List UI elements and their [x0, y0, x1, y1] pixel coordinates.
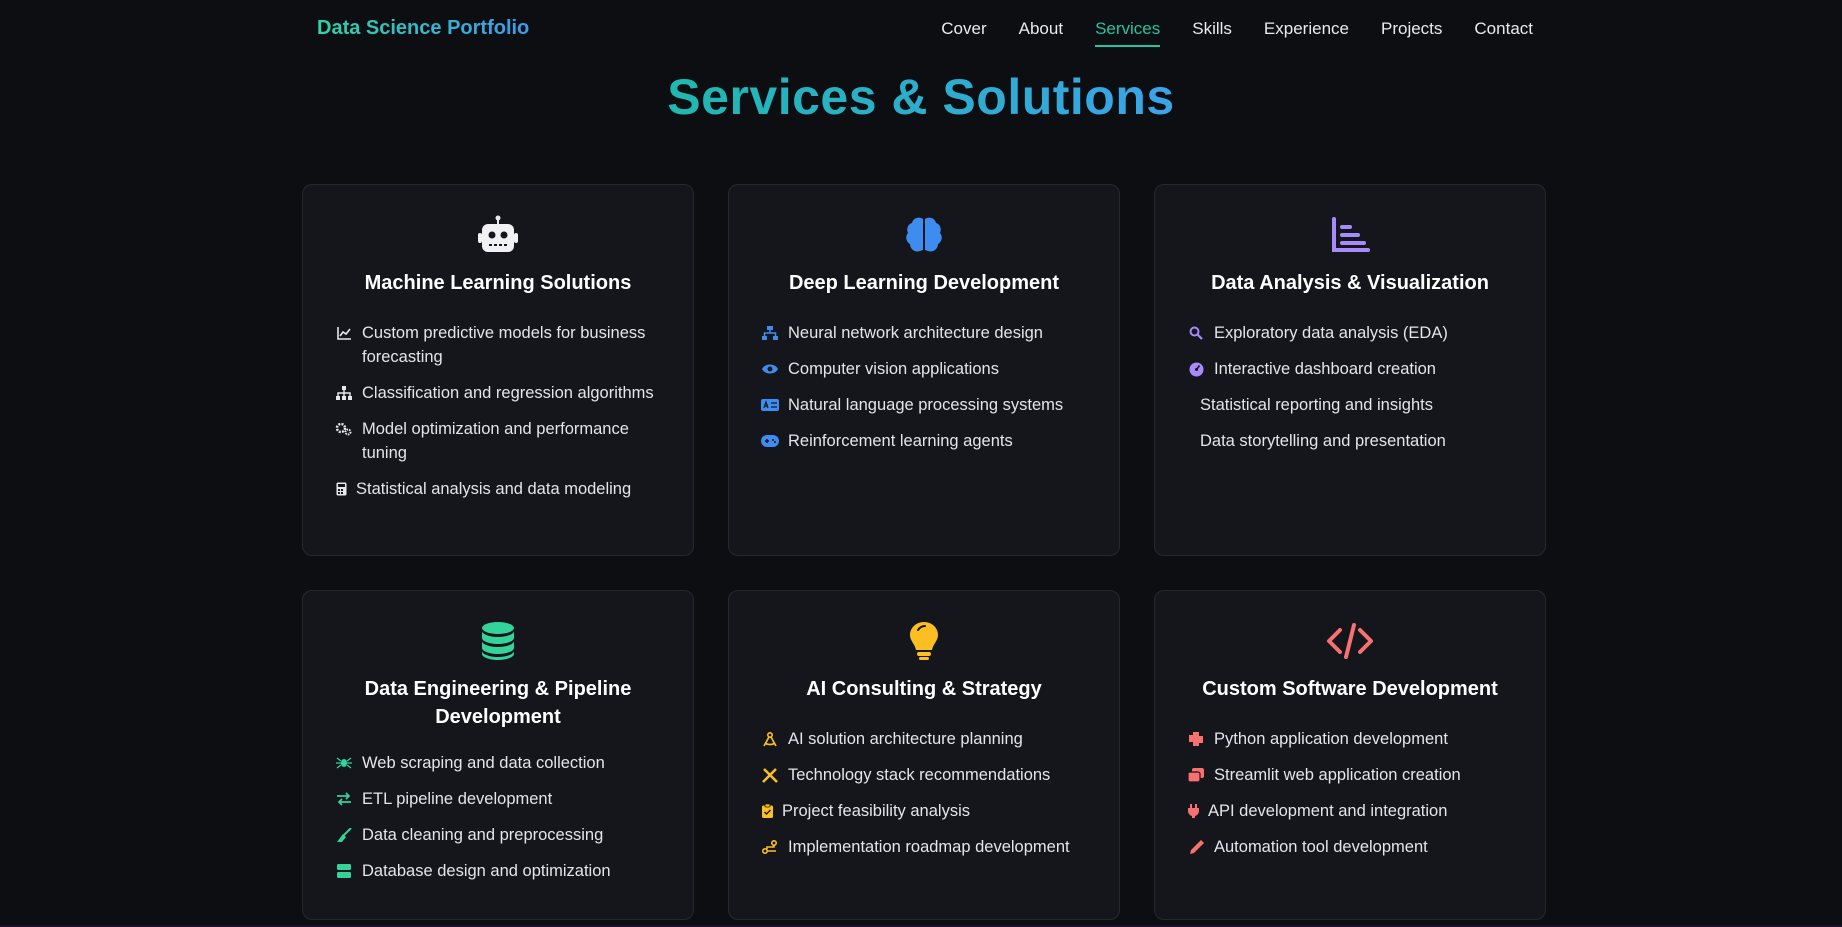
list-item: AI solution architecture planning [761, 727, 1093, 751]
list-item: Streamlit web application creation [1187, 763, 1519, 787]
nav-link-experience[interactable]: Experience [1264, 19, 1349, 47]
page-title: Services & Solutions [667, 69, 1175, 125]
service-card-data-engineering: Data Engineering & Pipeline Development … [302, 590, 694, 920]
exchange-icon [335, 790, 353, 808]
nav-link-skills[interactable]: Skills [1192, 19, 1232, 47]
sitemap-icon [335, 384, 353, 402]
card-item-list: Custom predictive models for business fo… [335, 321, 667, 513]
top-navigation: Data Science Portfolio Cover About Servi… [0, 0, 1842, 58]
list-item: Natural language processing systems [761, 393, 1093, 417]
plug-icon [1187, 802, 1199, 820]
card-title: AI Consulting & Strategy [806, 678, 1042, 700]
compass-drafting-icon [761, 730, 779, 748]
list-item: Python application development [1187, 727, 1519, 751]
card-item-list: Exploratory data analysis (EDA) Interact… [1187, 321, 1519, 465]
dashboard-icon [1187, 360, 1205, 378]
list-item: Exploratory data analysis (EDA) [1187, 321, 1519, 345]
python-icon [1187, 730, 1205, 748]
card-title: Machine Learning Solutions [364, 272, 632, 294]
eye-icon [761, 360, 779, 378]
brain-icon [729, 215, 1119, 255]
server-icon [335, 862, 353, 880]
network-icon [761, 324, 779, 342]
card-item-list: Neural network architecture design Compu… [761, 321, 1093, 465]
pen-icon [1187, 838, 1205, 856]
brand-logo[interactable]: Data Science Portfolio [317, 17, 529, 40]
nav-link-cover[interactable]: Cover [941, 19, 986, 47]
nav-link-services[interactable]: Services [1095, 19, 1161, 47]
card-title: Deep Learning Development [788, 272, 1060, 294]
card-title: Data Engineering & Pipeline Development [364, 678, 632, 728]
card-title: Data Analysis & Visualization [1211, 272, 1489, 294]
service-card-ai-consulting: AI Consulting & Strategy AI solution arc… [728, 590, 1120, 920]
code-icon [1155, 621, 1545, 661]
window-restore-icon [1187, 766, 1205, 784]
service-card-deep-learning: Deep Learning Development Neural network… [728, 184, 1120, 556]
list-item: Automation tool development [1187, 835, 1519, 859]
nav-link-about[interactable]: About [1019, 19, 1063, 47]
list-item: Interactive dashboard creation [1187, 357, 1519, 381]
card-title: Custom Software Development [1202, 678, 1498, 700]
list-item: Implementation roadmap development [761, 835, 1093, 859]
list-item: Data cleaning and preprocessing [335, 823, 667, 847]
nav-links: Cover About Services Skills Experience P… [941, 19, 1533, 47]
broom-icon [335, 826, 353, 844]
service-card-data-analysis: Data Analysis & Visualization Explorator… [1154, 184, 1546, 556]
gamepad-icon [761, 432, 779, 450]
line-chart-icon [335, 324, 353, 342]
spider-icon [335, 754, 353, 772]
list-item: Reinforcement learning agents [761, 429, 1093, 453]
language-icon [761, 396, 779, 414]
route-icon [761, 838, 779, 856]
card-item-list: AI solution architecture planning Techno… [761, 727, 1093, 871]
tools-icon [761, 766, 779, 784]
list-item: Statistical reporting and insights [1200, 396, 1433, 414]
bar-chart-icon [1155, 215, 1545, 255]
list-item: Neural network architecture design [761, 321, 1093, 345]
clipboard-check-icon [761, 802, 773, 820]
card-item-list: Python application development Streamlit… [1187, 727, 1519, 871]
database-icon [303, 621, 693, 661]
list-item: Classification and regression algorithms [335, 381, 667, 405]
lightbulb-icon [729, 621, 1119, 661]
list-item: Model optimization and performance tunin… [335, 417, 667, 465]
service-card-machine-learning: Machine Learning Solutions Custom predic… [302, 184, 694, 556]
list-item: Data storytelling and presentation [1200, 432, 1446, 450]
list-item: API development and integration [1187, 799, 1519, 823]
list-item: Statistical analysis and data modeling [335, 477, 667, 501]
robot-icon [303, 215, 693, 255]
nav-link-projects[interactable]: Projects [1381, 19, 1442, 47]
list-item: Database design and optimization [335, 859, 667, 883]
search-icon [1187, 324, 1205, 342]
calculator-icon [335, 480, 347, 498]
list-item: Technology stack recommendations [761, 763, 1093, 787]
gears-icon [335, 420, 353, 438]
service-card-custom-software: Custom Software Development Python appli… [1154, 590, 1546, 920]
list-item: Project feasibility analysis [761, 799, 1093, 823]
list-item: Computer vision applications [761, 357, 1093, 381]
card-item-list: Web scraping and data collection ETL pip… [335, 751, 667, 895]
list-item: Custom predictive models for business fo… [335, 321, 667, 369]
nav-link-contact[interactable]: Contact [1474, 19, 1533, 47]
list-item: ETL pipeline development [335, 787, 667, 811]
list-item: Web scraping and data collection [335, 751, 667, 775]
